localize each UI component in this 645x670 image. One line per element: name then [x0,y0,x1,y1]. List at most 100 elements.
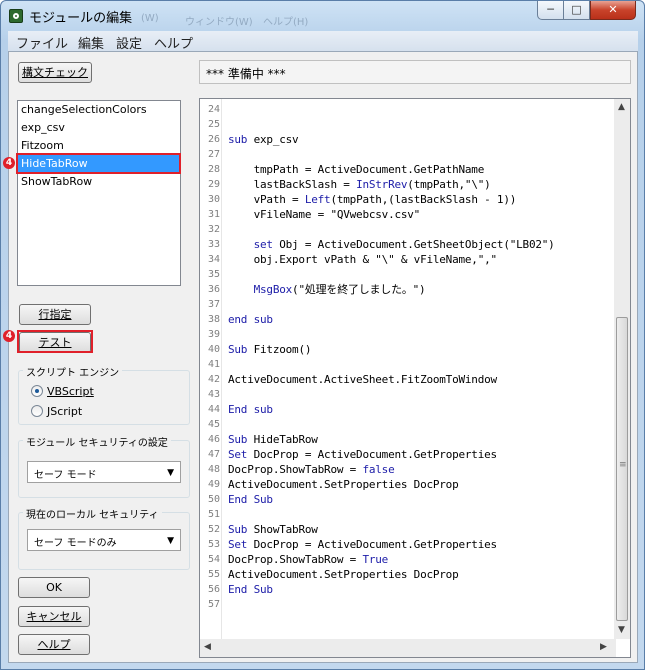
line-number: 42 [207,374,220,385]
module-security-group: モジュール セキュリティの設定 セーフ モード ▼ [18,434,190,498]
code-line: obj.Export vPath & "\" & vFileName,"," [228,253,498,266]
dropdown-arrow-icon: ▼ [167,468,174,478]
highlight-box-test [17,330,93,353]
script-engine-title: スクリプト エンジン [23,364,123,379]
line-number: 24 [207,104,220,115]
line-number: 37 [207,299,220,310]
line-number: 57 [207,599,220,610]
ghost-menu-text: ヘルプ(H) [263,17,309,28]
code-line: Sub ShowTabRow [228,523,318,536]
ghost-menu-text: ウィンドウ(W) [185,17,253,28]
local-security-value: セーフ モードのみ [34,538,117,549]
line-number: 39 [207,329,220,340]
line-number: 51 [207,509,220,520]
code-line: lastBackSlash = InStrRev(tmpPath,"\") [228,178,491,191]
code-line: vPath = Left(tmpPath,(lastBackSlash - 1)… [228,193,517,206]
code-line: Set DocProp = ActiveDocument.GetProperti… [228,448,497,461]
code-line: ActiveDocument.SetProperties DocProp [228,568,459,581]
list-item[interactable]: ShowTabRow [18,173,180,191]
line-number: 45 [207,419,220,430]
line-number: 35 [207,269,220,280]
ok-button[interactable]: OK [18,577,90,598]
code-line: DocProp.ShowTabRow = false [228,463,395,476]
line-number: 33 [207,239,220,250]
line-number: 50 [207,494,220,505]
script-engine-group: スクリプト エンジン VBScript JScript [18,364,190,425]
code-line: DocProp.ShowTabRow = True [228,553,389,566]
local-security-dropdown[interactable]: セーフ モードのみ ▼ [27,529,181,551]
menu-edit[interactable]: 編集 [78,33,104,52]
menu-help[interactable]: ヘルプ [154,33,193,52]
code-line: set Obj = ActiveDocument.GetSheetObject(… [253,238,555,251]
highlight-box-hidetabrow [16,153,181,174]
script-editor[interactable]: 24 25 26 27 28 29 30 31 32 33 34 35 36 37 38 39 40 41 42 43… [199,98,631,658]
local-security-group: 現在のローカル セキュリティ セーフ モードのみ ▼ [18,506,190,570]
cancel-button[interactable]: キャンセル [18,606,90,627]
module-editor-window: モジュールの編集 (W) ウィンドウ(W) ヘルプ(H) ─ □ ✕ ファイル … [0,0,645,670]
menu-settings[interactable]: 設定 [116,33,142,52]
close-button[interactable]: ✕ [590,1,636,20]
help-button[interactable]: ヘルプ [18,634,90,655]
code-line: vFileName = "QVwebcsv.csv" [228,208,421,221]
menu-file[interactable]: ファイル [16,33,68,52]
jscript-radio[interactable]: JScript [31,405,82,421]
code-line: MsgBox("処理を終了しました。") [253,283,426,296]
line-number: 53 [207,539,220,550]
module-list[interactable]: changeSelectionColors exp_csv Fitzoom Hi… [17,100,181,286]
line-number: 41 [207,359,220,370]
scroll-right-icon[interactable]: ▶ [600,642,607,652]
line-number: 31 [207,209,220,220]
annotation-marker: 4 [3,157,15,169]
line-number: 56 [207,584,220,595]
minimize-button[interactable]: ─ [537,1,564,20]
line-number: 48 [207,464,220,475]
menu-bar: ファイル 編集 設定 ヘルプ [8,31,638,52]
scroll-left-icon[interactable]: ◀ [204,642,211,652]
module-security-title: モジュール セキュリティの設定 [23,434,171,449]
horizontal-scrollbar[interactable]: ◀ ▶ [200,639,616,657]
line-number: 38 [207,314,220,325]
line-number: 55 [207,569,220,580]
line-number: 26 [207,134,220,145]
maximize-button[interactable]: □ [563,1,590,20]
local-security-title: 現在のローカル セキュリティ [23,506,162,521]
code-line: End Sub [228,583,273,596]
list-item[interactable]: exp_csv [18,119,180,137]
line-number: 30 [207,194,220,205]
code-line: end sub [228,313,273,326]
syntax-check-button[interactable]: 構文チェック [18,62,92,83]
window-title: モジュールの編集 [29,11,133,26]
line-number: 34 [207,254,220,265]
line-number: 46 [207,434,220,445]
title-bar[interactable]: モジュールの編集 (W) ウィンドウ(W) ヘルプ(H) ─ □ ✕ [1,1,644,31]
code-line: ActiveDocument.SetProperties DocProp [228,478,459,491]
scroll-up-icon[interactable]: ▲ [618,102,625,112]
line-number: 43 [207,389,220,400]
vertical-scrollbar[interactable]: ▲ ≡ ▼ [614,99,630,639]
code-line: Set DocProp = ActiveDocument.GetProperti… [228,538,497,551]
vbscript-radio[interactable]: VBScript [31,385,94,401]
scroll-thumb[interactable]: ≡ [616,317,628,621]
code-area[interactable]: sub exp_csv tmpPath = ActiveDocument.Get… [224,99,616,639]
dropdown-arrow-icon: ▼ [167,536,174,546]
ghost-menu-text: (W) [141,13,159,24]
line-number-gutter: 24 25 26 27 28 29 30 31 32 33 34 35 36 37 38 39 40 41 42 43… [200,99,222,639]
code-line: End Sub [228,493,273,506]
module-security-dropdown[interactable]: セーフ モード ▼ [27,461,181,483]
scroll-down-icon[interactable]: ▼ [618,625,625,635]
radio-unselected-icon [31,405,43,417]
line-spec-button[interactable]: 行指定 [19,304,91,325]
code-line: ActiveDocument.ActiveSheet.FitZoomToWind… [228,373,497,386]
code-line: sub exp_csv [228,133,299,146]
qlikview-app-icon [9,9,23,23]
code-line: End sub [228,403,273,416]
radio-selected-icon [31,385,43,397]
line-number: 29 [207,179,220,190]
grip-icon: ≡ [619,460,627,470]
vbscript-label: VBScript [47,385,94,398]
list-item[interactable]: changeSelectionColors [18,101,180,119]
line-number: 36 [207,284,220,295]
code-line: tmpPath = ActiveDocument.GetPathName [228,163,485,176]
dialog-client-area: 構文チェック *** 準備中 *** changeSelectionColors… [3,51,638,663]
jscript-label: JScript [47,405,83,418]
